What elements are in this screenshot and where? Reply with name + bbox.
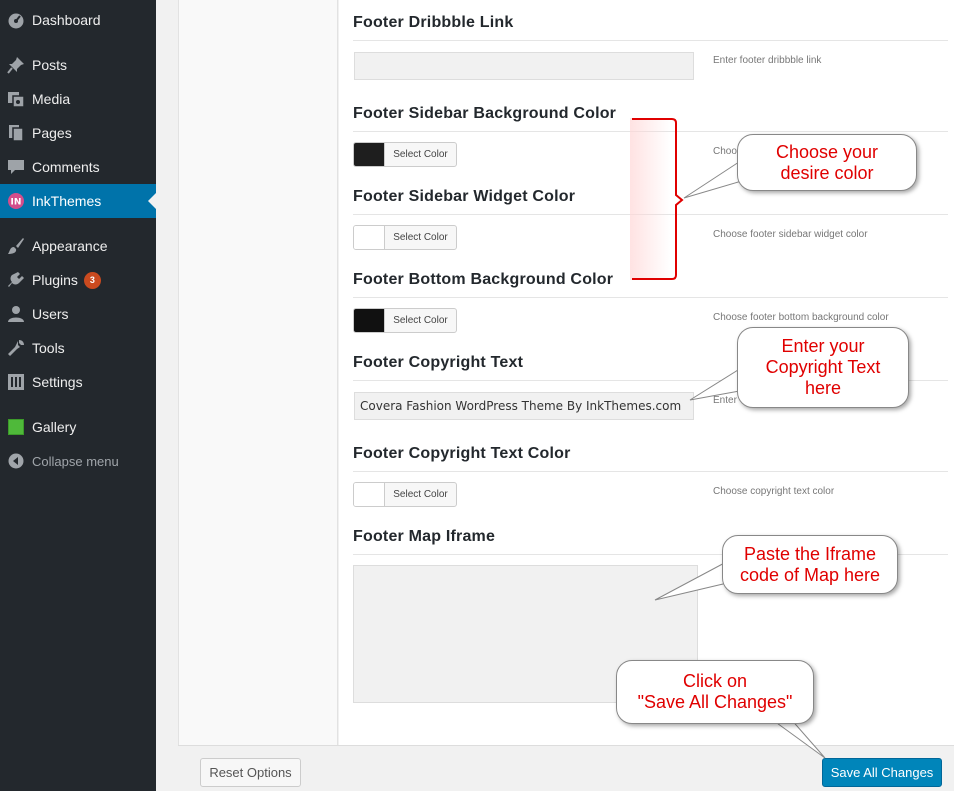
bracket-shadow — [630, 118, 670, 280]
callout-map-iframe: Paste the Iframe code of Map here — [722, 535, 898, 594]
callout-line: Choose your — [775, 141, 879, 162]
callout-line: here — [804, 378, 842, 398]
callout-line: desire color — [780, 162, 874, 183]
callout-save-changes: Click on "Save All Changes" — [616, 660, 814, 724]
callout-line: Click on — [682, 671, 748, 691]
callout-choose-color: Choose your desire color — [737, 134, 917, 191]
callout-line: Enter your — [781, 336, 865, 356]
callout-line: Copyright Text — [765, 357, 881, 377]
callout-line: code of Map here — [739, 564, 881, 585]
callout-tail — [768, 717, 826, 759]
callout-copyright-text: Enter your Copyright Text here — [737, 327, 909, 408]
callout-line: Paste the Iframe — [743, 543, 877, 564]
callout-line: "Save All Changes" — [637, 692, 793, 712]
